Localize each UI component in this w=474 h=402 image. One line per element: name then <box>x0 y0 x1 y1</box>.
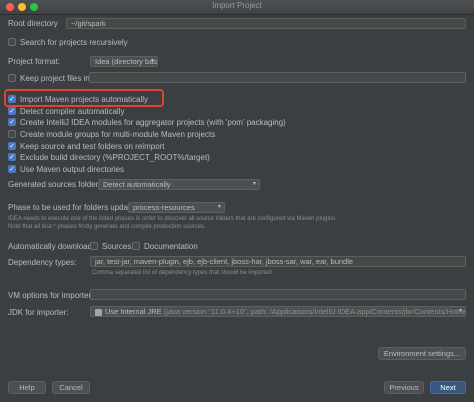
generated-sources-select[interactable]: Detect automatically ▾ <box>98 179 260 190</box>
root-directory-label: Root directory <box>8 19 58 28</box>
option-import-maven-auto[interactable]: ✓ Import Maven projects automatically <box>8 94 148 104</box>
download-docs-checkbox[interactable]: Documentation <box>132 241 198 251</box>
window-title: Import Project <box>212 1 262 10</box>
option-label: Exclude build directory (%PROJECT_ROOT%/… <box>20 152 210 162</box>
phase-hint-2: Note that all test-* phases firstly gene… <box>8 224 206 230</box>
download-sources-label: Sources <box>102 241 132 251</box>
checkbox-box[interactable] <box>90 242 98 250</box>
project-format-label: Project format: <box>8 57 61 66</box>
chevron-down-icon: ▾ <box>150 58 154 64</box>
checkbox-checked[interactable]: ✓ <box>8 165 16 173</box>
vm-options-label: VM options for importer: <box>8 291 94 300</box>
checkbox-checked[interactable]: ✓ <box>8 95 16 103</box>
chevron-down-icon: ▾ <box>252 181 256 187</box>
help-button[interactable]: Help <box>8 381 46 394</box>
project-format-value: Idea (directory based) <box>95 57 158 66</box>
previous-button[interactable]: Previous <box>384 381 424 394</box>
search-recursively-checkbox[interactable]: Search for projects recursively <box>8 37 128 47</box>
next-button[interactable]: Next <box>430 381 466 394</box>
auto-download-label: Automatically download: <box>8 242 95 251</box>
option-create-modules-aggregator[interactable]: ✓ Create IntelliJ IDEA modules for aggre… <box>8 117 286 127</box>
chevron-down-icon: ▾ <box>217 204 221 210</box>
keep-project-files-input[interactable] <box>89 72 466 83</box>
option-label: Create IntelliJ IDEA modules for aggrega… <box>20 117 286 127</box>
download-sources-checkbox[interactable]: Sources <box>90 241 131 251</box>
dependency-types-hint: Comma separated list of dependency types… <box>92 270 272 276</box>
project-format-select[interactable]: Idea (directory based) ▾ <box>90 56 158 67</box>
option-label: Import Maven projects automatically <box>20 94 149 104</box>
checkbox-box[interactable] <box>132 242 140 250</box>
search-recursively-label: Search for projects recursively <box>20 37 128 47</box>
jre-icon <box>95 308 102 316</box>
download-docs-label: Documentation <box>144 241 198 251</box>
checkbox-box[interactable] <box>8 38 16 46</box>
phase-value: process-resources <box>133 203 195 212</box>
option-create-module-groups[interactable]: Create module groups for multi-module Ma… <box>8 129 215 139</box>
dependency-types-label: Dependency types: <box>8 258 77 267</box>
cancel-button[interactable]: Cancel <box>52 381 90 394</box>
dependency-types-input[interactable] <box>90 256 466 267</box>
checkbox-checked[interactable]: ✓ <box>8 142 16 150</box>
root-directory-input[interactable] <box>66 18 466 29</box>
checkbox-box[interactable] <box>8 130 16 138</box>
option-label: Keep source and test folders on reimport <box>20 141 165 151</box>
option-label: Create module groups for multi-module Ma… <box>20 129 216 139</box>
option-label: Use Maven output directories <box>20 164 125 174</box>
jdk-detail: (java version "11.0.4+10", path: /Applic… <box>163 307 466 316</box>
keep-project-files-label: Keep project files in: <box>20 73 93 83</box>
jdk-label: JDK for importer: <box>8 308 69 317</box>
phase-hint-1: IDEA needs to execute one of the listed … <box>8 216 337 222</box>
chevron-down-icon: ▾ <box>458 308 462 314</box>
checkbox-checked[interactable]: ✓ <box>8 153 16 161</box>
option-detect-compiler[interactable]: ✓ Detect compiler automatically <box>8 106 124 116</box>
phase-select[interactable]: process-resources ▾ <box>128 202 225 213</box>
option-use-maven-output[interactable]: ✓ Use Maven output directories <box>8 164 124 174</box>
jdk-value: Use Internal JRE <box>105 307 162 316</box>
option-label: Detect compiler automatically <box>20 106 125 116</box>
title-bar: Import Project <box>0 0 474 15</box>
vm-options-input[interactable] <box>90 289 466 300</box>
generated-sources-value: Detect automatically <box>103 180 171 189</box>
checkbox-box[interactable] <box>8 74 16 82</box>
keep-project-files-checkbox[interactable]: Keep project files in: <box>8 73 92 83</box>
option-exclude-build-dir[interactable]: ✓ Exclude build directory (%PROJECT_ROOT… <box>8 152 210 162</box>
checkbox-checked[interactable]: ✓ <box>8 107 16 115</box>
jdk-select[interactable]: Use Internal JRE (java version "11.0.4+1… <box>90 306 466 317</box>
checkbox-checked[interactable]: ✓ <box>8 118 16 126</box>
phase-label: Phase to be used for folders update: <box>8 203 137 212</box>
environment-settings-button[interactable]: Environment settings... <box>378 347 466 360</box>
generated-sources-label: Generated sources folders: <box>8 180 105 189</box>
option-keep-source-folders[interactable]: ✓ Keep source and test folders on reimpo… <box>8 141 165 151</box>
